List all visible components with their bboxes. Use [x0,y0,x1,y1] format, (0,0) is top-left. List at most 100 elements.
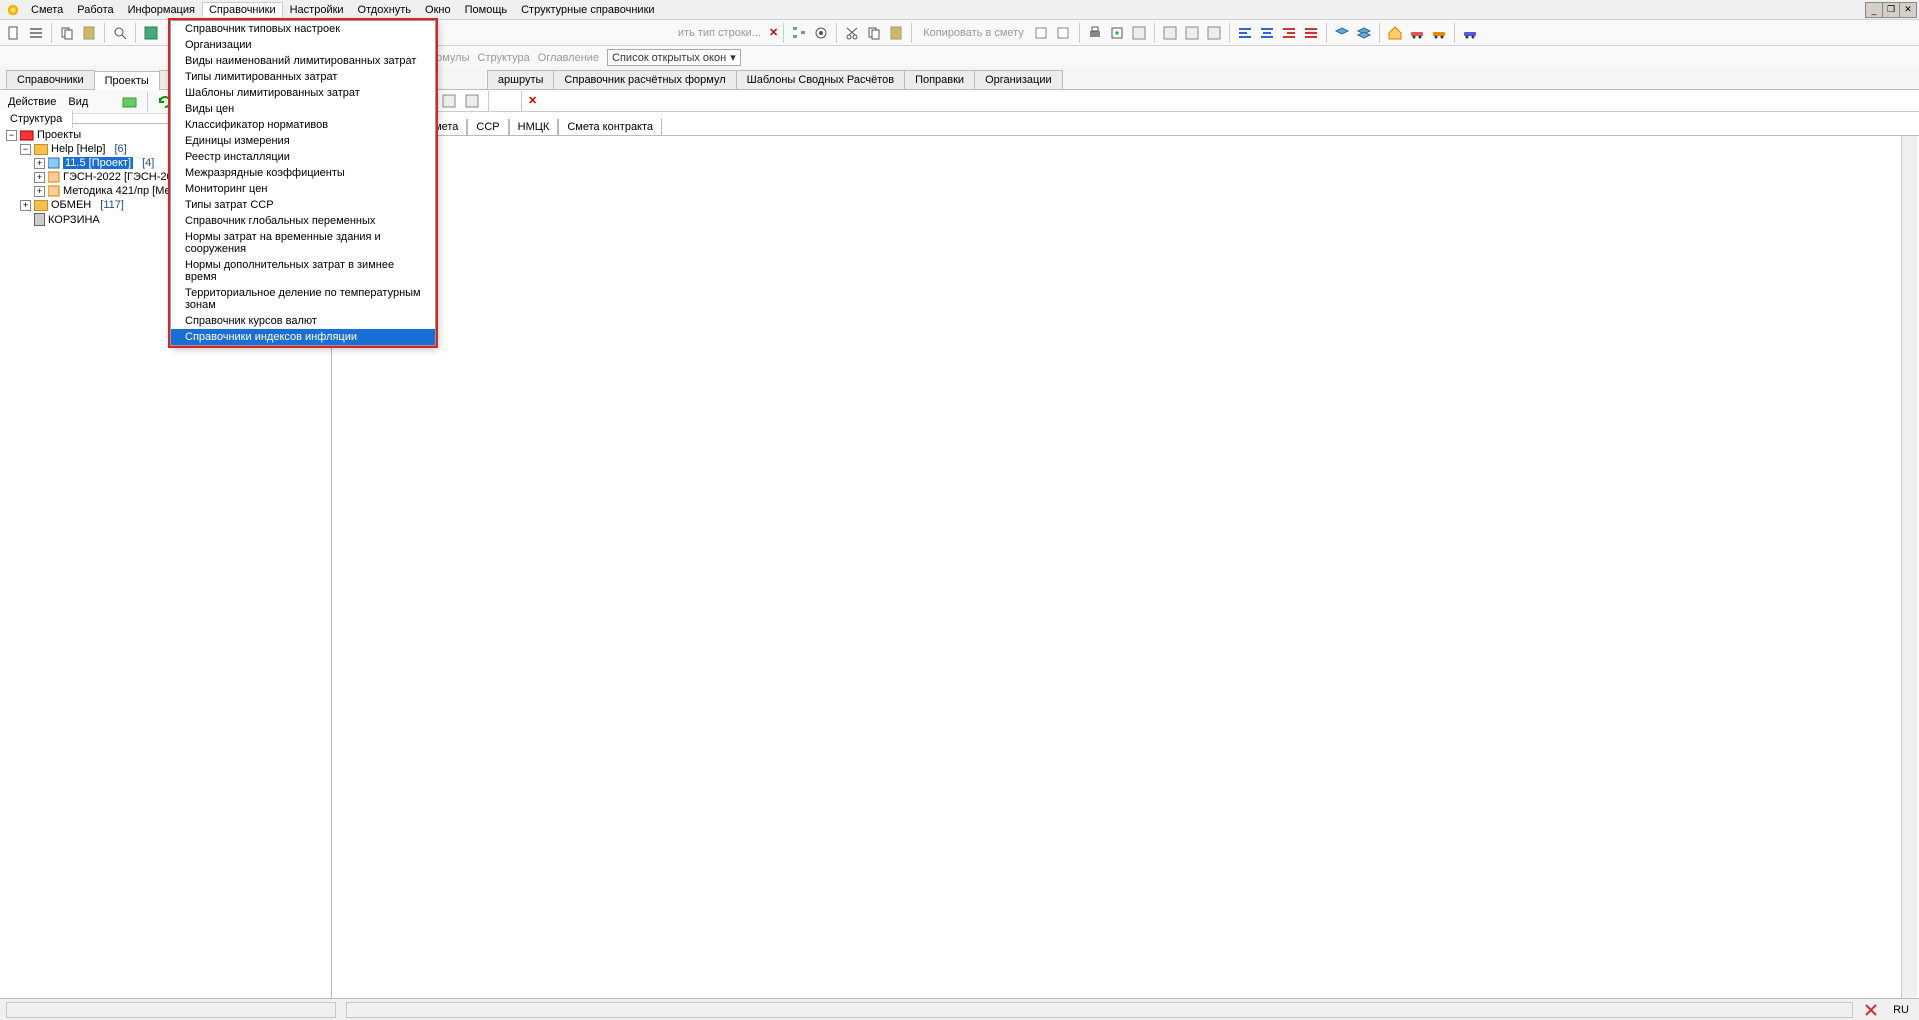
scrollbar-vertical[interactable] [1901,136,1917,1018]
dmi-shablony-limit[interactable]: Шаблоны лимитированных затрат [171,85,435,101]
tool-copy-smeta[interactable] [1032,23,1052,43]
dmi-territory[interactable]: Территориальное деление по температурным… [171,285,435,313]
right-tab-nmck[interactable]: НМЦК [509,119,559,135]
dmi-tipy-ssr[interactable]: Типы затрат ССР [171,197,435,213]
tab-routes[interactable]: аршруты [487,70,555,89]
tool-cut[interactable] [842,23,862,43]
tool-layer1[interactable] [1332,23,1352,43]
collapse-icon[interactable]: − [6,130,17,141]
tool-copy-smeta2[interactable] [1054,23,1074,43]
dmi-classifier[interactable]: Классификатор нормативов [171,117,435,133]
tool-folder-yellow[interactable] [96,92,116,112]
dmi-global-vars[interactable]: Справочник глобальных переменных [171,213,435,229]
minimize-button[interactable]: _ [1865,2,1883,18]
expand-icon[interactable]: + [20,200,31,211]
tool-struct[interactable] [789,23,809,43]
dmi-organizations[interactable]: Организации [171,37,435,53]
menu-work[interactable]: Работа [70,2,120,18]
dmi-inflation-index[interactable]: Справочники индексов инфляции [171,329,435,345]
tool-bullseye[interactable] [811,23,831,43]
tool-align1[interactable] [1235,23,1255,43]
menu-smeta[interactable]: Смета [24,2,70,18]
tool-r-folder[interactable] [495,91,515,111]
lang-indicator[interactable]: RU [1889,1004,1913,1016]
tool-home[interactable] [1385,23,1405,43]
maximize-button[interactable]: ❐ [1882,2,1900,18]
tool-folder-green[interactable] [120,92,140,112]
notification-icon[interactable] [1863,1002,1879,1018]
tool-g2[interactable] [1160,23,1180,43]
tool-car1[interactable] [1407,23,1427,43]
close-icon[interactable]: ✕ [528,94,537,107]
statusbar: RU [0,998,1919,1020]
right-tabs: ы Объектная смета ССР НМЦК Смета контрак… [332,114,1919,136]
menu-window[interactable]: Окно [418,2,458,18]
dmi-tipy-limit[interactable]: Типы лимитированных затрат [171,69,435,85]
separator [488,91,489,111]
menu-help[interactable]: Помощь [458,2,515,18]
tool-layer2[interactable] [1354,23,1374,43]
collapse-icon[interactable]: − [20,144,31,155]
right-pane: ы Объектная смета ССР НМЦК Смета контрак… [332,114,1919,1018]
generic-icon [464,93,480,109]
dmi-currency[interactable]: Справочник курсов валют [171,313,435,329]
document-icon [6,25,22,41]
tab-organizations[interactable]: Организации [974,70,1063,89]
dmi-registry[interactable]: Реестр инсталляции [171,149,435,165]
export-icon [1109,25,1125,41]
tree-project-count: [4] [142,157,154,169]
expand-icon[interactable]: + [34,186,45,197]
menu-rest[interactable]: Отдохнуть [351,2,419,18]
menu-settings[interactable]: Настройки [283,2,351,18]
close-button[interactable]: ✕ [1899,2,1917,18]
dmi-vidy-limit[interactable]: Виды наименований лимитированных затрат [171,53,435,69]
tool-generic-2[interactable] [26,23,46,43]
tool-search[interactable] [110,23,130,43]
menu-spravochniki[interactable]: Справочники [202,2,283,17]
view-label[interactable]: Вид [64,96,92,108]
expand-icon[interactable]: + [34,158,45,169]
tool-save[interactable] [141,23,161,43]
menu-info[interactable]: Информация [121,2,202,18]
dmi-monitoring[interactable]: Мониторинг цен [171,181,435,197]
tab-spravochniki[interactable]: Справочники [6,70,95,89]
tab-calc-formulas[interactable]: Справочник расчётных формул [553,70,736,89]
dmi-units[interactable]: Единицы измерения [171,133,435,149]
tool-copy2[interactable] [864,23,884,43]
dmi-temp-buildings[interactable]: Нормы затрат на временные здания и соору… [171,229,435,257]
menu-struct-sprav[interactable]: Структурные справочники [514,2,661,18]
tool-g4[interactable] [1204,23,1224,43]
tool-car2[interactable] [1429,23,1449,43]
copy-to-smeta-label[interactable]: Копировать в смету [917,27,1030,39]
tool-paste2[interactable] [886,23,906,43]
tool-paste[interactable] [79,23,99,43]
tool-g1[interactable] [1129,23,1149,43]
tool-export[interactable] [1107,23,1127,43]
tool-g3[interactable] [1182,23,1202,43]
tool-align4[interactable] [1301,23,1321,43]
tool-align2[interactable] [1257,23,1277,43]
tool-r2[interactable] [462,91,482,111]
open-windows-dropdown[interactable]: Список открытых окон ▾ [607,49,741,66]
tab-summary-templates[interactable]: Шаблоны Сводных Расчётов [736,70,905,89]
printer-icon [1087,25,1103,41]
dmi-winter[interactable]: Нормы дополнительных затрат в зимнее вре… [171,257,435,285]
tool-r1[interactable] [439,91,459,111]
clear-icon[interactable]: ✕ [769,26,778,39]
tab-corrections[interactable]: Поправки [904,70,975,89]
app-icon [6,3,20,17]
tool-generic-1[interactable] [4,23,24,43]
tool-align3[interactable] [1279,23,1299,43]
action-label[interactable]: Действие [4,96,60,108]
tab-projects[interactable]: Проекты [94,71,160,90]
tool-print[interactable] [1085,23,1105,43]
tab-structure[interactable]: Структура [0,110,73,128]
dmi-coefficients[interactable]: Межразрядные коэффициенты [171,165,435,181]
tool-car3[interactable] [1460,23,1480,43]
right-tab-contract[interactable]: Смета контракта [558,119,662,135]
dmi-typovyh-nastroek[interactable]: Справочник типовых настроек [171,21,435,37]
tool-copy[interactable] [57,23,77,43]
dmi-vidy-cen[interactable]: Виды цен [171,101,435,117]
expand-icon[interactable]: + [34,172,45,183]
right-tab-ssr[interactable]: ССР [467,119,508,135]
